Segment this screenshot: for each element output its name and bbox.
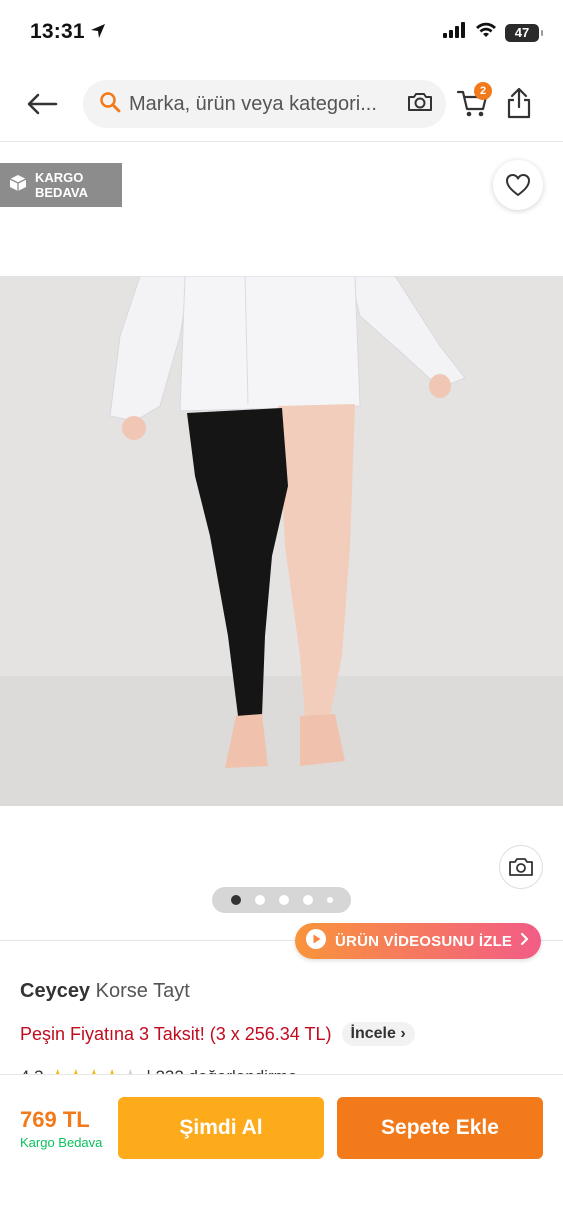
installment-row: Peşin Fiyatına 3 Taksit! (3 x 256.34 TL)… bbox=[20, 1022, 415, 1046]
chevron-right-icon: › bbox=[400, 1025, 406, 1042]
installment-text: Peşin Fiyatına 3 Taksit! (3 x 256.34 TL) bbox=[20, 1023, 332, 1044]
visual-search-camera-icon[interactable] bbox=[406, 90, 434, 119]
box-icon bbox=[9, 174, 27, 197]
search-input[interactable]: Marka, ürün veya kategori... bbox=[83, 80, 446, 128]
watch-video-label: ÜRÜN VİDEOSUNU İZLE bbox=[335, 932, 513, 950]
play-icon bbox=[305, 928, 327, 955]
add-to-cart-button[interactable]: Sepete Ekle bbox=[337, 1097, 543, 1159]
free-shipping-text: Kargo Bedava bbox=[20, 1135, 103, 1150]
product-name: Korse Tayt bbox=[95, 980, 190, 1002]
incele-label: İncele bbox=[350, 1025, 396, 1042]
status-bar: 13:31 47 bbox=[0, 0, 563, 66]
share-icon bbox=[507, 87, 531, 119]
buy-now-button[interactable]: Şimdi Al bbox=[118, 1097, 324, 1159]
wifi-icon bbox=[475, 22, 497, 43]
signal-icon bbox=[443, 22, 467, 43]
share-button[interactable] bbox=[505, 86, 535, 122]
gallery-dot[interactable] bbox=[230, 895, 241, 905]
search-icon bbox=[99, 91, 121, 118]
cart-button[interactable]: 2 bbox=[456, 82, 492, 122]
watch-video-button[interactable]: ÜRÜN VİDEOSUNU İZLE bbox=[295, 923, 541, 959]
product-price: 769 TL bbox=[20, 1107, 90, 1132]
back-arrow-icon bbox=[27, 93, 58, 115]
gallery-dot[interactable] bbox=[302, 895, 313, 905]
camera-icon bbox=[509, 858, 533, 876]
cart-count-badge: 2 bbox=[474, 82, 492, 100]
status-indicators: 47 bbox=[443, 22, 543, 43]
bottom-action-bar: 769 TL Kargo Bedava Şimdi Al Sepete Ekle bbox=[0, 1074, 563, 1218]
header: Marka, ürün veya kategori... 2 bbox=[0, 66, 563, 142]
gallery-dot[interactable] bbox=[278, 895, 289, 905]
bedava-label: BEDAVA bbox=[35, 185, 88, 200]
product-brand[interactable]: Ceycey bbox=[20, 980, 90, 1002]
product-info: Ceycey Korse Tayt Peşin Fiyatına 3 Taksi… bbox=[20, 980, 543, 1086]
status-time: 13:31 bbox=[30, 20, 85, 43]
gallery-dot[interactable] bbox=[254, 895, 265, 905]
gallery-pagination bbox=[212, 887, 351, 913]
back-button[interactable] bbox=[22, 86, 62, 122]
incele-button[interactable]: İncele › bbox=[341, 1022, 415, 1046]
free-shipping-badge: KARGO BEDAVA bbox=[0, 163, 122, 207]
favorite-button[interactable] bbox=[493, 160, 543, 210]
product-photo[interactable] bbox=[0, 276, 563, 806]
battery-icon: 47 bbox=[505, 23, 543, 42]
search-placeholder: Marka, ürün veya kategori... bbox=[129, 92, 377, 115]
gallery-dot[interactable] bbox=[326, 897, 333, 903]
kargo-label: KARGO bbox=[35, 170, 84, 185]
product-gallery[interactable]: KARGO BEDAVA bbox=[0, 143, 563, 940]
heart-icon bbox=[506, 174, 530, 196]
location-arrow-icon bbox=[90, 23, 106, 44]
chevron-right-icon bbox=[520, 932, 530, 951]
product-title: Ceycey Korse Tayt bbox=[20, 980, 543, 1003]
camera-search-button[interactable] bbox=[499, 845, 543, 889]
